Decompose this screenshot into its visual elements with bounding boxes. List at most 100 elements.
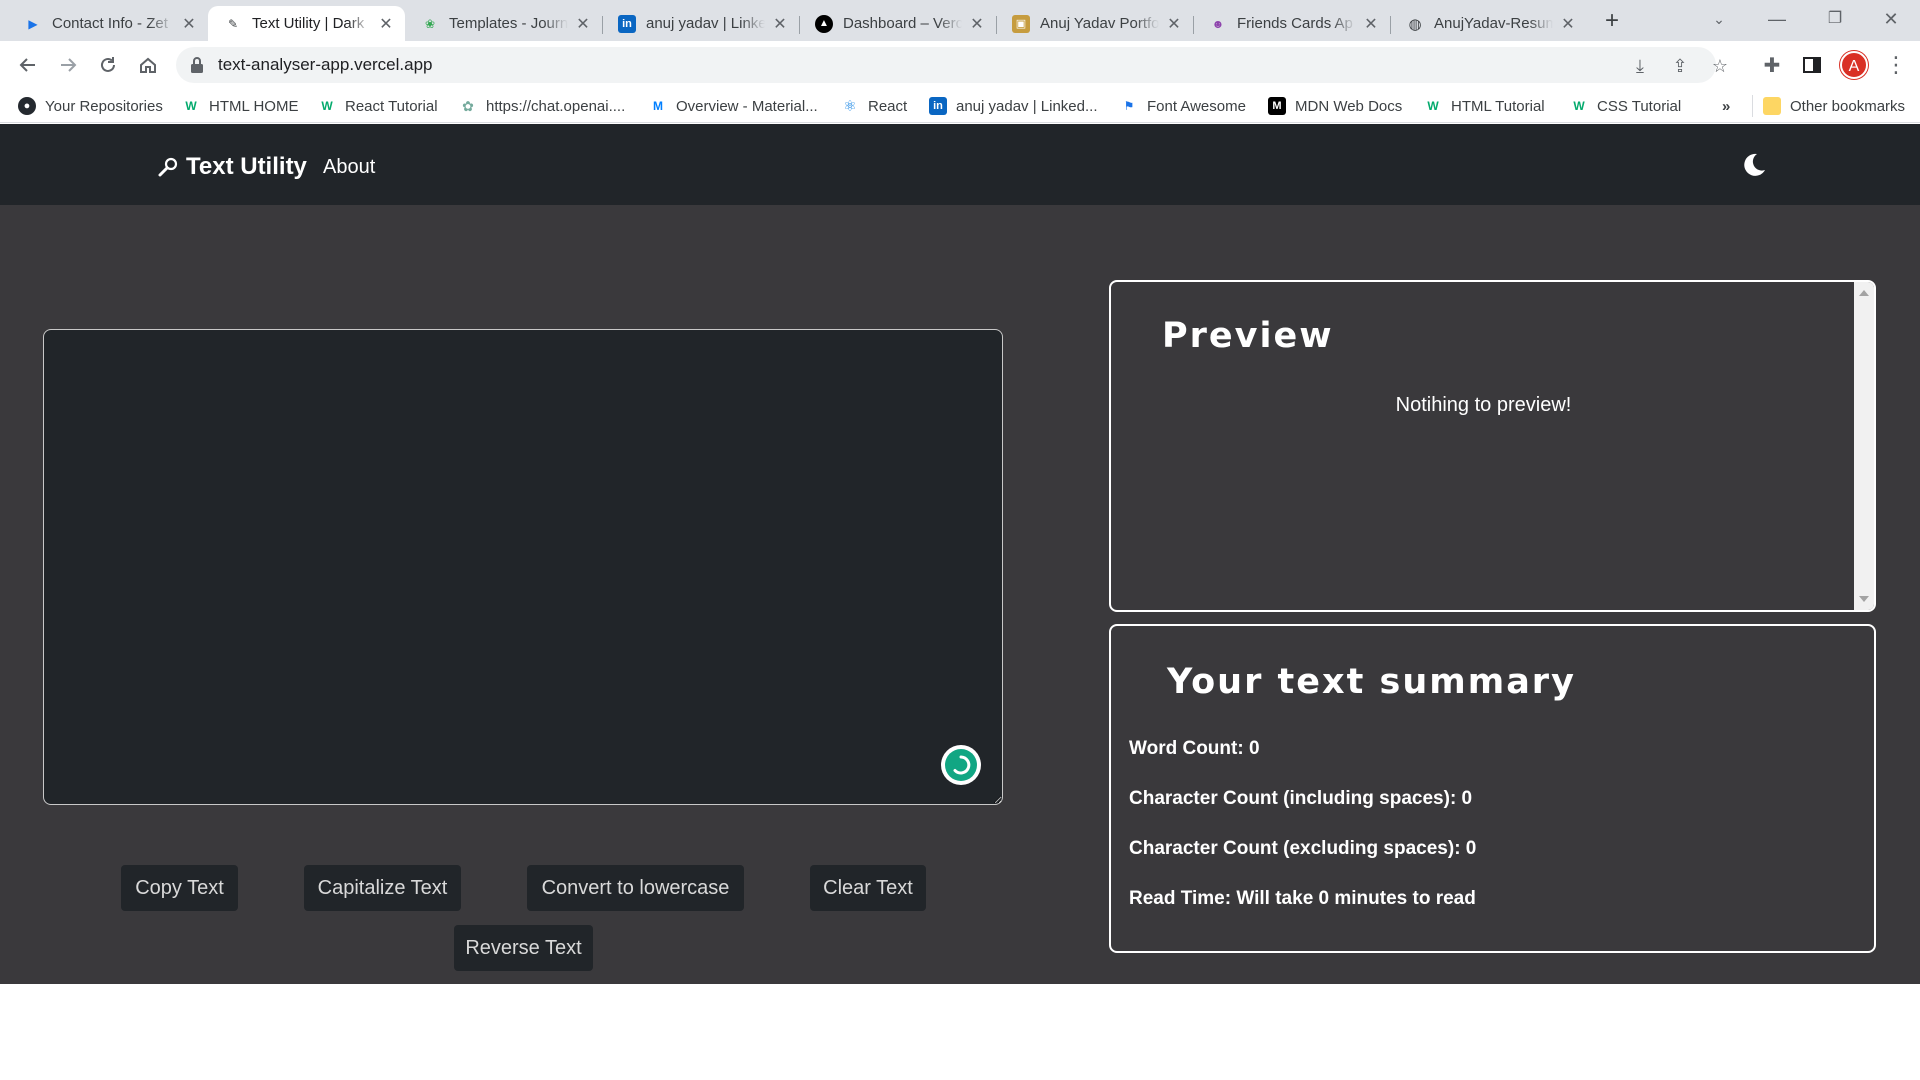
forward-button[interactable] <box>52 49 84 81</box>
folder-icon <box>1763 97 1781 115</box>
fontawesome-icon: ⚑ <box>1123 99 1135 113</box>
close-tab-icon[interactable]: ✕ <box>1165 14 1183 34</box>
other-bookmarks[interactable]: Other bookmarks <box>1752 95 1905 117</box>
url-text: text-analyser-app.vercel.app <box>218 55 433 74</box>
openai-icon: ✿ <box>462 97 474 114</box>
browser-tab-vercel[interactable]: ▲ Dashboard – Verc ✕ <box>799 6 996 41</box>
bookmark-linkedin[interactable]: in anuj yadav | Linked... <box>929 95 1098 117</box>
arrow-right-icon <box>61 58 77 72</box>
back-button[interactable] <box>12 49 44 81</box>
side-panel-icon[interactable] <box>1796 49 1828 81</box>
new-tab-button[interactable]: + <box>1598 8 1626 36</box>
preview-empty-message: Notihing to preview! <box>1395 394 1572 416</box>
reload-icon <box>101 57 115 72</box>
bookmark-html-tutorial[interactable]: W HTML Tutorial <box>1424 95 1544 117</box>
spinner-icon <box>953 755 971 775</box>
bookmark-material-ui[interactable]: M Overview - Material... <box>649 95 818 117</box>
preview-panel: Preview Notihing to preview! <box>1109 280 1876 612</box>
grammar-assistant-badge <box>945 749 977 781</box>
moon-icon <box>1744 153 1765 176</box>
browser-tab-strip: ▶ Contact Info - Zet ✕ ✎ Text Utility | … <box>0 0 1920 41</box>
profile-avatar[interactable]: A <box>1840 51 1868 79</box>
grammar-assistant-icon[interactable] <box>941 745 981 785</box>
app-icon: ✎ <box>227 16 239 31</box>
brand-title: Text Utility <box>186 153 307 180</box>
globe-icon: ◍ <box>1408 15 1422 33</box>
browser-tab-templates[interactable]: ❀ Templates - Journ ✕ <box>405 6 602 41</box>
close-tab-icon[interactable]: ✕ <box>180 14 198 34</box>
install-app-icon[interactable]: ⤓ <box>1630 56 1650 76</box>
navbar: Text Utility About <box>0 124 1920 205</box>
bookmark-css-tutorial[interactable]: W CSS Tutorial <box>1570 95 1681 117</box>
browser-tab-zety[interactable]: ▶ Contact Info - Zet ✕ <box>8 6 208 41</box>
mui-icon: M <box>653 99 663 113</box>
capitalize-text-button[interactable]: Capitalize Text <box>304 865 461 911</box>
close-tab-icon[interactable]: ✕ <box>377 14 395 34</box>
w3schools-icon: W <box>1573 99 1585 113</box>
lock-icon <box>191 57 203 73</box>
dark-mode-toggle[interactable] <box>1740 151 1768 179</box>
side-panel-glyph <box>1803 57 1821 73</box>
linkedin-icon: in <box>929 97 947 115</box>
scroll-up-arrow-icon[interactable] <box>1859 290 1869 296</box>
browser-tab-friends-cards[interactable]: ☻ Friends Cards Ap ✕ <box>1193 6 1390 41</box>
summary-panel: Your text summary Word Count: 0 Characte… <box>1109 624 1876 953</box>
bookmarks-bar: ● Your Repositories W HTML HOME W React … <box>0 89 1920 123</box>
browser-tab-linkedin[interactable]: in anuj yadav | Linke ✕ <box>602 6 799 41</box>
reload-button[interactable] <box>92 49 124 81</box>
close-window-button[interactable]: ✕ <box>1862 0 1920 41</box>
text-input-area[interactable] <box>43 329 1003 805</box>
browser-tab-portfolio[interactable]: ▣ Anuj Yadav Portfo ✕ <box>996 6 1193 41</box>
clear-text-button[interactable]: Clear Text <box>810 865 926 911</box>
arrow-left-icon <box>19 58 35 72</box>
home-icon <box>140 57 156 73</box>
bookmark-mdn-web-docs[interactable]: M MDN Web Docs <box>1268 95 1402 117</box>
share-icon[interactable]: ⇪ <box>1670 56 1690 76</box>
bookmark-font-awesome[interactable]: ⚑ Font Awesome <box>1120 95 1246 117</box>
friends-icon: ☻ <box>1211 16 1225 31</box>
home-button[interactable] <box>132 49 164 81</box>
nav-link-about[interactable]: About <box>323 156 375 179</box>
bookmark-chat-openai[interactable]: ✿ https://chat.openai.... <box>459 95 625 117</box>
preview-scrollbar[interactable] <box>1854 282 1874 610</box>
word-count: Word Count: 0 <box>1129 738 1260 759</box>
bookmark-html-home[interactable]: W HTML HOME <box>182 95 298 117</box>
bookmark-react[interactable]: ⚛ React <box>841 95 907 117</box>
browser-tab-resume[interactable]: ◍ AnujYadav-Resum ✕ <box>1390 6 1587 41</box>
bookmark-your-repositories[interactable]: ● Your Repositories <box>18 95 163 117</box>
browser-menu-icon[interactable]: ⋮ <box>1880 49 1912 81</box>
close-tab-icon[interactable]: ✕ <box>771 14 789 34</box>
minimize-button[interactable]: — <box>1748 0 1806 41</box>
tab-search-chevron-icon[interactable]: ⌄ <box>1690 0 1748 41</box>
linkedin-icon: in <box>618 14 636 33</box>
reverse-text-button[interactable]: Reverse Text <box>454 925 593 971</box>
char-count-without-spaces: Character Count (excluding spaces): 0 <box>1129 838 1477 859</box>
github-icon: ● <box>18 97 36 115</box>
bookmark-star-icon[interactable]: ☆ <box>1710 56 1730 76</box>
copy-text-button[interactable]: Copy Text <box>121 865 238 911</box>
summary-heading: Your text summary <box>1167 662 1576 702</box>
bookmarks-overflow-button[interactable]: » <box>1722 95 1730 117</box>
brand-link[interactable]: Text Utility <box>156 153 307 181</box>
close-tab-icon[interactable]: ✕ <box>1559 14 1577 34</box>
react-icon: ⚛ <box>843 98 857 115</box>
page: Text Utility About Copy Text Capitalize … <box>0 124 1920 984</box>
preview-heading: Preview <box>1162 316 1334 356</box>
close-tab-icon[interactable]: ✕ <box>968 14 986 34</box>
w3schools-icon: W <box>185 99 197 113</box>
templates-icon: ❀ <box>424 16 436 31</box>
w3schools-icon: W <box>321 99 333 113</box>
bookmark-react-tutorial[interactable]: W React Tutorial <box>318 95 437 117</box>
vercel-icon: ▲ <box>815 14 833 33</box>
browser-tab-text-utility[interactable]: ✎ Text Utility | Dark ✕ <box>208 6 405 41</box>
scroll-down-arrow-icon[interactable] <box>1859 596 1869 602</box>
browser-toolbar: text-analyser-app.vercel.app ⤓ ⇪ ☆ ✚ A ⋮ <box>0 41 1920 89</box>
restore-button[interactable]: ❐ <box>1806 0 1864 41</box>
convert-lowercase-button[interactable]: Convert to lowercase <box>527 865 744 911</box>
close-tab-icon[interactable]: ✕ <box>574 14 592 34</box>
portfolio-icon: ▣ <box>1012 14 1030 33</box>
address-bar[interactable]: text-analyser-app.vercel.app ⤓ ⇪ ☆ <box>176 47 1728 83</box>
extensions-icon[interactable]: ✚ <box>1756 49 1788 81</box>
page-bottom-blank <box>0 984 1920 1080</box>
close-tab-icon[interactable]: ✕ <box>1362 14 1380 34</box>
